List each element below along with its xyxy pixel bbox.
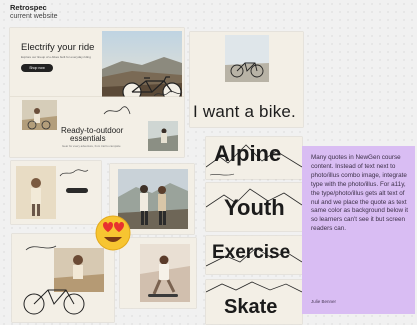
doodle-icon bbox=[103, 106, 131, 115]
annotation-author: Julie Benner bbox=[311, 299, 337, 304]
word-youth: Youth bbox=[224, 195, 285, 220]
kids-card[interactable] bbox=[11, 161, 101, 224]
word-card-youth[interactable]: Youth bbox=[206, 183, 302, 231]
annotation-body: Many quotes in NewGen course content. In… bbox=[311, 154, 408, 233]
word-exercise: Exercise bbox=[212, 242, 291, 263]
word-card-alpine[interactable]: Alpine bbox=[206, 137, 302, 179]
want-bike-card[interactable]: I want a bike. bbox=[190, 32, 303, 127]
shop-now-button[interactable]: Shop now bbox=[21, 64, 53, 72]
annotation-sticky-note[interactable]: Many quotes in NewGen course content. In… bbox=[302, 146, 415, 314]
want-bike-headline: I want a bike. bbox=[193, 102, 296, 121]
word-card-skate[interactable]: Skate bbox=[206, 280, 302, 324]
word-skate: Skate bbox=[224, 296, 278, 318]
heart-eyes-emoji-icon bbox=[95, 215, 131, 251]
hiker-photo bbox=[148, 121, 178, 151]
hero-headline: Electrify your ride bbox=[21, 42, 95, 53]
outdoor-card[interactable]: Ready-to-outdoor essentials Gear for eve… bbox=[10, 97, 184, 157]
page-title: Retrospec bbox=[10, 3, 47, 12]
word-card-exercise[interactable]: Exercise bbox=[206, 236, 302, 274]
skater-photo bbox=[140, 244, 190, 302]
doodle-icon bbox=[59, 169, 89, 177]
bike-photo bbox=[225, 35, 269, 82]
outdoor-blurb: Gear for every adventure, from trail to … bbox=[62, 144, 121, 148]
word-alpine: Alpine bbox=[214, 141, 282, 166]
hero-blurb: Explore our lineup of e-bikes built for … bbox=[21, 55, 91, 59]
page-subtitle: current website bbox=[10, 13, 58, 20]
rider-photo bbox=[22, 100, 57, 130]
pill-button[interactable] bbox=[66, 188, 88, 193]
outdoor-headline-line2: essentials bbox=[70, 134, 106, 143]
hero-card[interactable]: Electrify your ride Explore our lineup o… bbox=[10, 28, 184, 100]
kids-photo bbox=[16, 166, 56, 219]
